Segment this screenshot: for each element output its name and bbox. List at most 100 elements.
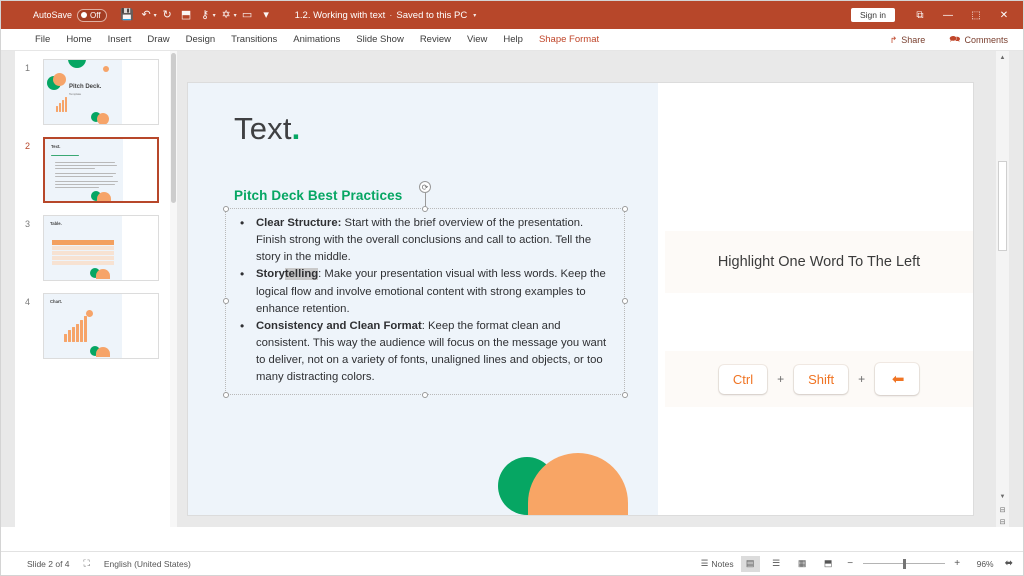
title-dropdown-icon[interactable]: ▾: [473, 12, 476, 19]
tab-design[interactable]: Design: [178, 29, 224, 51]
thumbnail-canvas: Table.: [44, 216, 122, 280]
comments-button[interactable]: 🗪 Comments: [942, 30, 1015, 50]
resize-handle-bottom-left[interactable]: [222, 391, 229, 398]
resize-handle-top-center[interactable]: [421, 205, 428, 212]
maximize-icon[interactable]: ⬚: [963, 1, 989, 29]
notes-button[interactable]: ☰ Notes: [701, 558, 734, 569]
fit-slide-to-window-icon[interactable]: ⬌: [1005, 558, 1013, 569]
slide-show-icon[interactable]: ⬒: [819, 556, 838, 572]
next-slide-icon[interactable]: ⊟: [996, 516, 1009, 527]
slide-body-text[interactable]: Clear Structure: Start with the brief ov…: [234, 214, 616, 387]
resize-handle-middle-right[interactable]: [621, 298, 628, 304]
reading-view-icon[interactable]: ▦: [793, 556, 812, 572]
thumbnail-image[interactable]: Table.: [43, 215, 159, 281]
slide-title[interactable]: Text.: [234, 111, 300, 147]
tab-slide-show[interactable]: Slide Show: [348, 29, 412, 51]
zoom-slider-knob[interactable]: [902, 558, 906, 569]
sign-in-button[interactable]: Sign in: [851, 8, 895, 22]
tab-shape-format[interactable]: Shape Format: [531, 29, 607, 51]
language-label[interactable]: English (United States): [104, 559, 191, 569]
thumb-text-line: [55, 181, 118, 183]
save-icon[interactable]: 💾: [119, 6, 136, 24]
powerpoint-window: AutoSave Off 💾 ↶ ▾ ↻ ⬒ ⚷ ▾ ✡ ▾ ▭ ▾ 1.2. …: [0, 0, 1024, 576]
key-plus-1: +: [777, 372, 785, 386]
share-button[interactable]: ↱ Share: [883, 33, 933, 48]
tab-file[interactable]: File: [27, 29, 58, 51]
thumbnail-slide-2[interactable]: 2 Text.: [15, 137, 177, 207]
bullet-item[interactable]: Consistency and Clean Format: Keep the f…: [234, 317, 616, 387]
tab-insert[interactable]: Insert: [100, 29, 140, 51]
close-icon[interactable]: ✕: [991, 1, 1017, 29]
autosave-control[interactable]: AutoSave Off: [33, 8, 107, 22]
resize-handle-middle-left[interactable]: [222, 298, 229, 304]
slide-heading[interactable]: Pitch Deck Best Practices: [234, 188, 402, 203]
thumb-heading-line: [51, 155, 79, 157]
chart-bar: [84, 316, 87, 342]
tab-help[interactable]: Help: [495, 29, 531, 51]
thumb-text-line: [55, 162, 115, 164]
thumbnail-image[interactable]: Chart.: [43, 293, 159, 359]
deco-orange-circle-2: [97, 113, 109, 124]
normal-view-icon[interactable]: ▤: [740, 555, 760, 572]
tab-transitions[interactable]: Transitions: [223, 29, 285, 51]
tab-animations[interactable]: Animations: [285, 29, 348, 51]
resize-handle-bottom-right[interactable]: [621, 391, 628, 398]
bullet-item[interactable]: Clear Structure: Start with the brief ov…: [234, 214, 616, 266]
deco-green-circle: [68, 60, 86, 68]
minimize-icon[interactable]: —: [935, 1, 961, 29]
touch-mode-dropdown-icon[interactable]: ▾: [213, 12, 216, 19]
bullet-item[interactable]: Storytelling: Make your presentation vis…: [234, 265, 616, 317]
thumbnail-image[interactable]: Pitch Deck. Template: [43, 59, 159, 125]
comments-label: Comments: [964, 35, 1008, 45]
start-presentation-icon[interactable]: ⬒: [178, 6, 195, 24]
canvas-scrollbar-thumb[interactable]: [998, 161, 1007, 251]
touch-mode-icon[interactable]: ⚷: [197, 6, 214, 24]
quick-access-toolbar: 💾 ↶ ▾ ↻ ⬒ ⚷ ▾ ✡ ▾ ▭ ▾: [119, 6, 275, 24]
redo-icon[interactable]: ↻: [159, 6, 176, 24]
document-title-group[interactable]: 1.2. Working with text · Saved to this P…: [295, 10, 477, 21]
autosave-toggle[interactable]: Off: [77, 8, 107, 22]
zoom-percent-label[interactable]: 96%: [970, 559, 994, 569]
thumbnail-image[interactable]: Text.: [43, 137, 159, 203]
scroll-down-icon[interactable]: ▼: [996, 490, 1009, 503]
rectangle-icon[interactable]: ▭: [239, 6, 256, 24]
accessibility-icon[interactable]: ⛶: [84, 558, 90, 569]
resize-handle-top-right[interactable]: [621, 205, 628, 212]
chart-marker: [86, 310, 93, 317]
slide-surface[interactable]: Text. Pitch Deck Best Practices ⟳ • Clea…: [188, 83, 973, 515]
scroll-up-icon[interactable]: ▲: [996, 51, 1009, 64]
resize-handle-top-left[interactable]: [222, 205, 229, 212]
undo-icon[interactable]: ↶: [138, 6, 155, 24]
resize-handle-bottom-center[interactable]: [421, 391, 428, 398]
undo-dropdown-icon[interactable]: ▾: [154, 12, 157, 19]
thumbnail-slide-4[interactable]: 4 Chart.: [15, 293, 177, 363]
thumbnail-slide-1[interactable]: 1 Pitch Deck. Template: [15, 59, 177, 129]
key-plus-2: +: [858, 372, 866, 386]
highlighted-word[interactable]: telling: [284, 268, 319, 281]
tab-home[interactable]: Home: [58, 29, 99, 51]
table-header: [52, 240, 114, 245]
tab-review[interactable]: Review: [412, 29, 459, 51]
notes-label: Notes: [711, 558, 734, 569]
zoom-out-button[interactable]: −: [845, 558, 856, 569]
tab-draw[interactable]: Draw: [139, 29, 177, 51]
slide-sorter-view-icon[interactable]: ☰: [767, 556, 786, 572]
slide-thumbnail-pane[interactable]: 1 Pitch Deck. Template 2 Text. 3 Table. …: [15, 51, 177, 527]
ribbon-display-options-icon[interactable]: ▾: [258, 6, 275, 24]
slide-counter[interactable]: Slide 2 of 4: [27, 559, 70, 569]
customize-dropdown-icon[interactable]: ▾: [234, 12, 237, 19]
ribbon-tab-bar: File Home Insert Draw Design Transitions…: [1, 29, 1023, 51]
restore-down-icon[interactable]: ⧉: [907, 1, 933, 29]
thumbnail-slide-3[interactable]: 3 Table.: [15, 215, 177, 285]
zoom-slider[interactable]: [862, 558, 945, 569]
zoom-in-button[interactable]: +: [952, 558, 963, 569]
thumbnail-scrollbar-thumb[interactable]: [171, 53, 176, 203]
thumbnail-scrollbar[interactable]: [170, 51, 177, 527]
status-left-group: Slide 2 of 4 ⛶ English (United States): [27, 558, 191, 569]
customize-quick-access-icon[interactable]: ✡: [218, 6, 235, 24]
tab-view[interactable]: View: [459, 29, 495, 51]
previous-slide-icon[interactable]: ⊟: [996, 504, 1009, 515]
rotate-handle-icon[interactable]: ⟳: [419, 181, 431, 193]
canvas-scrollbar[interactable]: ▲ ▼ ⊟ ⊟: [996, 51, 1009, 527]
chart-bar: [64, 334, 67, 342]
